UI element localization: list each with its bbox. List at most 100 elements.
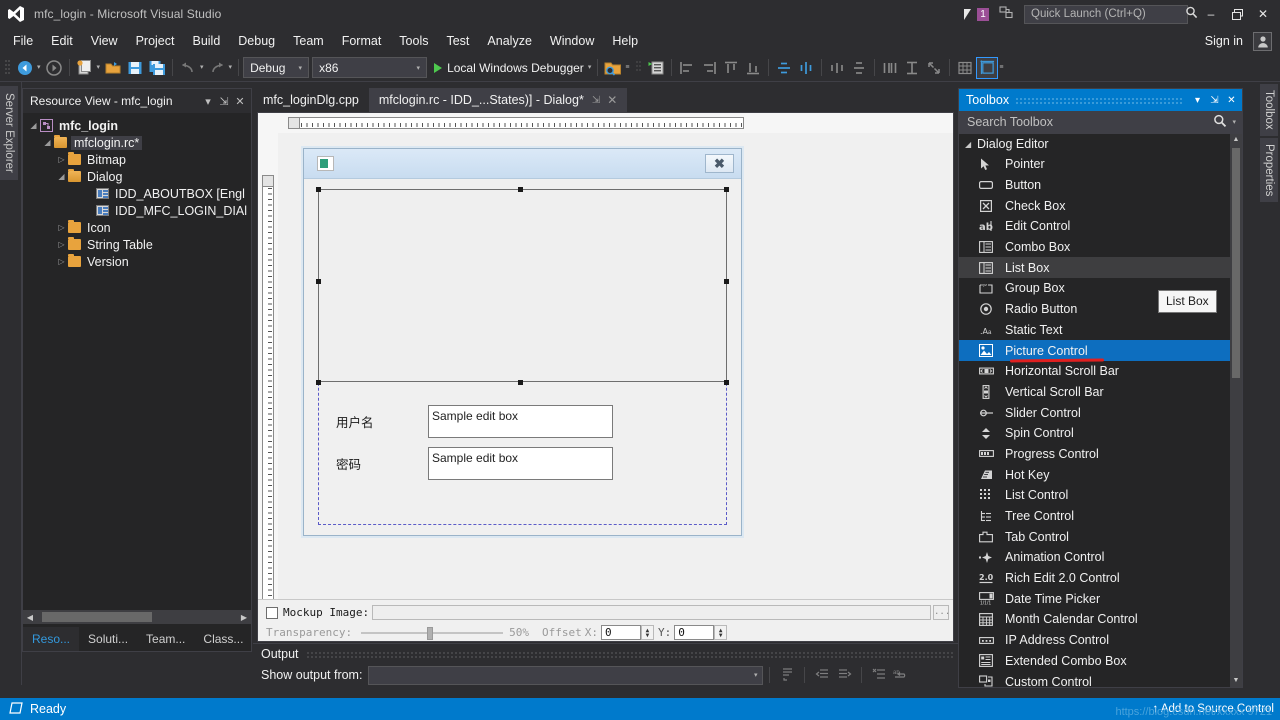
toolbox-item-tree-control[interactable]: Tree Control [959,506,1230,527]
new-project-dropdown[interactable]: ▾ [97,57,101,79]
toolbar-grip-2[interactable] [635,59,643,77]
username-label[interactable]: 用户名 [336,412,428,431]
menu-item-edit[interactable]: Edit [42,30,82,52]
toolbox-item-button[interactable]: Button [959,175,1230,196]
expand-chevron-icon[interactable]: ◢ [55,172,68,181]
expand-chevron-icon[interactable]: ◢ [27,121,40,130]
make-same-width-button[interactable] [879,57,901,79]
toolbox-item-extended-combo-box[interactable]: Extended Combo Box [959,651,1230,672]
resize-handle-top-left[interactable] [316,187,321,192]
quick-launch-input[interactable] [1031,8,1185,20]
dialog-client-area[interactable]: 用户名 Sample edit box 密码 Sample edit box [304,180,741,535]
space-across-button[interactable] [826,57,848,79]
menu-item-window[interactable]: Window [541,30,603,52]
navigate-backward-button[interactable] [14,57,36,79]
tree-node-bitmap[interactable]: ▷ Bitmap [27,151,251,168]
toolbox-item-slider-control[interactable]: Slider Control [959,402,1230,423]
resource-view-horizontal-scrollbar[interactable]: ◀ ▶ [23,610,251,624]
toolbox-item-check-box[interactable]: Check Box [959,195,1230,216]
tab-class-view[interactable]: Class... [194,627,252,651]
account-icon[interactable] [1253,32,1272,51]
tab-mfclogin-rc-dialog[interactable]: mfclogin.rc - IDD_...States)] - Dialog* … [369,88,627,112]
mockup-image-browse-button[interactable]: ... [933,605,949,620]
menu-item-test[interactable]: Test [437,30,478,52]
sidebar-tab-properties[interactable]: Properties [1260,138,1278,202]
save-button[interactable] [124,57,146,79]
toolbox-item-custom-control[interactable]: Custom Control [959,671,1230,687]
search-options-chevron-icon[interactable]: ▾ [1227,118,1239,126]
menu-item-format[interactable]: Format [333,30,391,52]
open-file-button[interactable] [102,57,124,79]
expand-chevron-icon[interactable]: ▷ [55,155,68,164]
tree-node-string-table[interactable]: ▷ String Table [27,236,251,253]
resize-handle-top-right[interactable] [724,187,729,192]
align-rights-button[interactable] [698,57,720,79]
resize-handle-middle-left[interactable] [316,279,321,284]
toggle-guides-button[interactable] [976,57,998,79]
offset-y-input[interactable]: 0 [674,625,714,640]
ruler-margin-knob[interactable] [263,176,273,187]
debug-target-dropdown[interactable]: ▾ [588,57,592,79]
toolbox-item-list-box[interactable]: List Box [959,257,1230,278]
menu-item-project[interactable]: Project [127,30,184,52]
toolbox-item-combo-box[interactable]: Combo Box [959,237,1230,258]
pin-icon[interactable]: ⇲ [1206,95,1223,106]
menu-item-team[interactable]: Team [284,30,333,52]
next-message-icon[interactable] [833,667,855,684]
offset-x-input[interactable]: 0 [601,625,641,640]
expand-chevron-icon[interactable]: ▷ [55,257,68,266]
redo-dropdown[interactable]: ▾ [229,57,233,79]
expand-chevron-icon[interactable]: ▷ [55,223,68,232]
navigate-backward-dropdown[interactable]: ▾ [37,57,41,79]
scroll-left-arrow-icon[interactable]: ◀ [23,613,37,622]
resize-handle-bottom-center[interactable] [518,380,523,385]
solution-configuration-combo[interactable]: Debug ▾ [243,57,309,78]
undo-dropdown[interactable]: ▾ [200,57,204,79]
clear-output-icon[interactable] [868,667,890,684]
space-down-button[interactable] [848,57,870,79]
expand-chevron-icon[interactable]: ◢ [965,140,977,149]
scroll-up-arrow-icon[interactable]: ▲ [1230,134,1242,146]
close-icon[interactable]: ✕ [232,95,248,108]
panel-grip[interactable] [306,651,954,658]
previous-message-icon[interactable] [811,667,833,684]
tree-node-idd-mfc-login-dialog[interactable]: IDD_MFC_LOGIN_DIAl [27,202,251,219]
expand-chevron-icon[interactable]: ▷ [55,240,68,249]
redo-button[interactable] [206,57,228,79]
password-edit-control[interactable]: Sample edit box [428,447,613,480]
expand-chevron-icon[interactable]: ◢ [41,138,54,147]
find-dropdown[interactable]: ≡ [625,57,629,79]
minimize-button[interactable]: – [1198,1,1224,27]
send-feedback-icon[interactable] [999,6,1014,23]
resize-handle-bottom-left[interactable] [316,380,321,385]
transparency-slider[interactable] [361,626,503,640]
close-icon[interactable]: ✕ [1223,95,1240,106]
toolbox-item-progress-control[interactable]: Progress Control [959,444,1230,465]
make-same-height-button[interactable] [901,57,923,79]
resize-handle-middle-right[interactable] [724,279,729,284]
toolbox-group-dialog-editor[interactable]: ◢ Dialog Editor [959,134,1230,154]
mfc-dialog-preview[interactable]: ✖ 用户名 [303,148,742,536]
toolbox-item-tab-control[interactable]: Tab Control [959,526,1230,547]
tab-team-explorer[interactable]: Team... [137,627,194,651]
tab-solution-explorer[interactable]: Soluti... [79,627,137,651]
align-lefts-button[interactable] [676,57,698,79]
tree-node-icon[interactable]: ▷ Icon [27,219,251,236]
scroll-thumb[interactable] [42,612,152,622]
sign-in-button[interactable]: Sign in [1197,34,1251,48]
toolbox-scrollbar[interactable]: ▲ ▼ [1230,134,1242,687]
menu-item-build[interactable]: Build [183,30,229,52]
notifications-button[interactable]: 1 [964,8,989,21]
toolbox-item-edit-control[interactable]: ab Edit Control [959,216,1230,237]
tree-node-dialog[interactable]: ◢ Dialog [27,168,251,185]
dialog-designer-surface[interactable]: ✖ 用户名 [257,112,954,642]
find-in-files-button[interactable] [602,57,624,79]
offset-x-spinner[interactable]: ▲▼ [641,625,654,640]
resize-handle-bottom-right[interactable] [724,380,729,385]
chevron-down-icon[interactable]: ▾ [1189,95,1206,106]
toolbox-item-animation-control[interactable]: Animation Control [959,547,1230,568]
toolbox-item-hot-key[interactable]: Hot Key [959,464,1230,485]
tab-resource-view[interactable]: Reso... [23,627,79,651]
tree-node-idd-aboutbox[interactable]: IDD_ABOUTBOX [Engl [27,185,251,202]
tree-node-mfclogin-rc[interactable]: ◢ mfclogin.rc* [27,134,251,151]
